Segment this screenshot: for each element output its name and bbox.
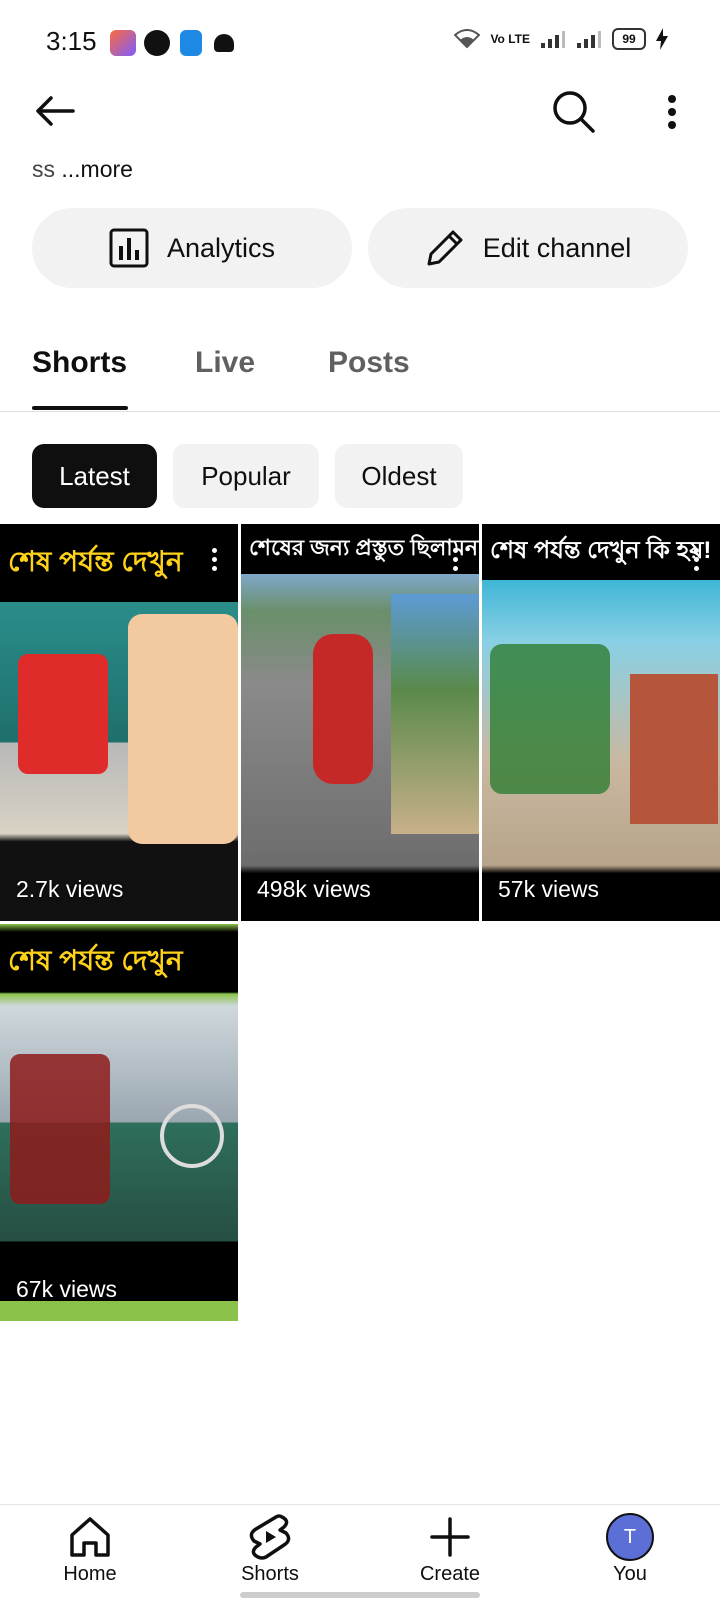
nav-create-label: Create	[419, 1563, 481, 1585]
tab-shorts[interactable]: Shorts	[32, 346, 127, 380]
filter-oldest[interactable]: Oldest	[335, 444, 463, 508]
active-tab-indicator	[32, 406, 128, 410]
thumbnail-caption: শেষ পর্যন্ত দেখুন কি হয়!	[482, 524, 720, 580]
tab-posts[interactable]: Posts	[328, 346, 410, 380]
nav-home-label: Home	[63, 1563, 117, 1585]
thumbnail-figure	[160, 1104, 224, 1168]
nav-shorts[interactable]: Shorts	[210, 1513, 330, 1586]
edit-channel-button[interactable]: Edit channel	[368, 208, 688, 288]
video-more-icon[interactable]	[212, 548, 218, 575]
pencil-icon	[427, 230, 463, 266]
app-notification-icon	[110, 30, 136, 56]
battery-level: 99	[622, 32, 636, 46]
charging-icon	[656, 28, 668, 50]
short-video-thumbnail[interactable]: শেষ পর্যন্ত দেখুন 67k views	[0, 924, 238, 1321]
thumbnail-figure	[490, 644, 610, 794]
back-button[interactable]	[30, 86, 80, 136]
view-count: 67k views	[16, 1276, 117, 1302]
thumbnail-figure	[18, 654, 108, 774]
thumbnail-scene	[391, 594, 479, 834]
wifi-icon	[454, 29, 481, 49]
description-text: ss	[32, 156, 55, 182]
filter-popular[interactable]: Popular	[173, 444, 319, 508]
nav-shorts-label: Shorts	[241, 1563, 299, 1585]
volte-label: Vo LTE	[490, 31, 530, 46]
divider	[0, 411, 720, 412]
view-count: 57k views	[498, 876, 599, 902]
thumbnail-scene	[630, 674, 718, 824]
thumbnail-caption: শেষ পর্যন্ত দেখুন	[0, 524, 238, 602]
avatar: T	[606, 1513, 654, 1561]
analytics-label: Analytics	[166, 232, 276, 263]
nav-you[interactable]: T You	[570, 1513, 690, 1586]
nav-you-label: You	[613, 1563, 647, 1585]
nav-home[interactable]: Home	[30, 1513, 150, 1586]
short-video-thumbnail[interactable]: শেষ পর্যন্ত দেখুন 2.7k views	[0, 524, 238, 921]
edit-channel-label: Edit channel	[482, 232, 632, 263]
home-icon	[70, 1517, 110, 1557]
view-count: 498k views	[257, 876, 371, 902]
shorts-icon	[249, 1514, 291, 1560]
arrow-left-icon	[36, 96, 75, 126]
search-button[interactable]	[548, 86, 600, 138]
plus-icon	[430, 1517, 470, 1557]
nav-create[interactable]: Create	[390, 1513, 510, 1586]
bottom-navigation: Home Shorts Create T You	[0, 1504, 720, 1601]
thumbnail-figure	[128, 614, 238, 844]
more-options-button[interactable]	[650, 88, 694, 136]
battery-icon: 99	[612, 28, 646, 50]
filter-latest[interactable]: Latest	[32, 444, 157, 508]
status-time: 3:15	[46, 26, 97, 56]
view-count: 2.7k views	[16, 876, 124, 902]
signal-icon	[577, 31, 601, 48]
analytics-icon	[109, 228, 149, 268]
thumbnail-caption: শেষ পর্যন্ত দেখুন	[0, 932, 238, 992]
analytics-button[interactable]: Analytics	[32, 208, 352, 288]
app-notification-icon	[144, 30, 170, 56]
status-indicators: Vo LTE 99	[454, 28, 668, 50]
channel-description[interactable]: ss ...more	[32, 156, 133, 183]
short-video-thumbnail[interactable]: শেষ পর্যন্ত দেখুন কি হয়! 57k views	[482, 524, 720, 921]
signal-icon	[541, 31, 565, 48]
short-video-thumbnail[interactable]: শেষের জন্য প্রস্তুত ছিলামনা 498k views	[241, 524, 479, 921]
video-more-icon[interactable]	[694, 548, 700, 575]
thumbnail-caption: শেষের জন্য প্রস্তুত ছিলামনা	[241, 524, 479, 574]
tab-live[interactable]: Live	[195, 346, 255, 380]
thumbnail-figure	[10, 1054, 110, 1204]
more-link[interactable]: ...more	[61, 156, 133, 182]
video-more-icon[interactable]	[453, 548, 459, 575]
search-icon	[553, 91, 595, 133]
app-notification-icon	[180, 30, 202, 56]
thumbnail-figure	[313, 634, 373, 784]
more-vertical-icon	[668, 95, 676, 129]
home-indicator	[240, 1592, 480, 1598]
app-notification-icon	[214, 34, 234, 52]
